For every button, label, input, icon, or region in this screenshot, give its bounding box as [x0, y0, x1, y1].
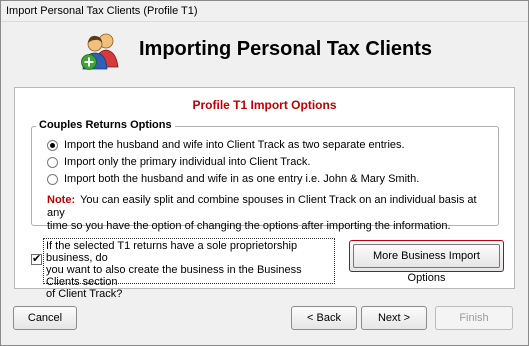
radio-label: Import only the primary individual into …: [64, 156, 311, 168]
create-business-checkbox[interactable]: [31, 252, 42, 265]
import-dialog: Import Personal Tax Clients (Profile T1)…: [0, 0, 529, 346]
radio-label: Import the husband and wife into Client …: [64, 139, 405, 151]
title-bar: Import Personal Tax Clients (Profile T1): [1, 1, 528, 22]
finish-button[interactable]: Finish: [435, 306, 513, 330]
cancel-button[interactable]: Cancel: [13, 306, 77, 330]
note-text: Note: You can easily split and combine sp…: [47, 194, 487, 233]
radio-option-primary-only[interactable]: Import only the primary individual into …: [47, 155, 310, 169]
page-title: Importing Personal Tax Clients: [139, 38, 433, 60]
radio-label: Import both the husband and wife in as o…: [64, 173, 420, 185]
back-button[interactable]: < Back: [291, 306, 357, 330]
people-plus-icon: [81, 33, 119, 70]
note-line-1: You can easily split and combine spouses…: [47, 194, 477, 219]
radio-button[interactable]: [47, 173, 58, 185]
checkbox-label-line-3: of Client Track?: [46, 288, 123, 300]
next-button[interactable]: Next >: [361, 306, 427, 330]
radio-button[interactable]: [47, 139, 58, 151]
group-legend: Couples Returns Options: [36, 119, 175, 131]
note-line-2: time so you have the option of changing …: [47, 220, 451, 232]
panel-title: Profile T1 Import Options: [192, 98, 337, 112]
checkbox-label-line-2: you want to also create the business in …: [46, 264, 302, 288]
radio-option-separate[interactable]: Import the husband and wife into Client …: [47, 138, 405, 152]
window-title: Import Personal Tax Clients (Profile T1): [6, 5, 198, 17]
radio-option-one-entry[interactable]: Import both the husband and wife in as o…: [47, 172, 419, 186]
create-business-label[interactable]: If the selected T1 returns have a sole p…: [43, 238, 335, 300]
radio-button[interactable]: [47, 156, 58, 168]
more-business-import-options-button[interactable]: More Business Import Options: [349, 240, 504, 284]
more-business-import-options-label: More Business Import Options: [353, 244, 500, 284]
checkbox-label-line-1: If the selected T1 returns have a sole p…: [46, 240, 298, 264]
note-label: Note:: [47, 194, 76, 206]
